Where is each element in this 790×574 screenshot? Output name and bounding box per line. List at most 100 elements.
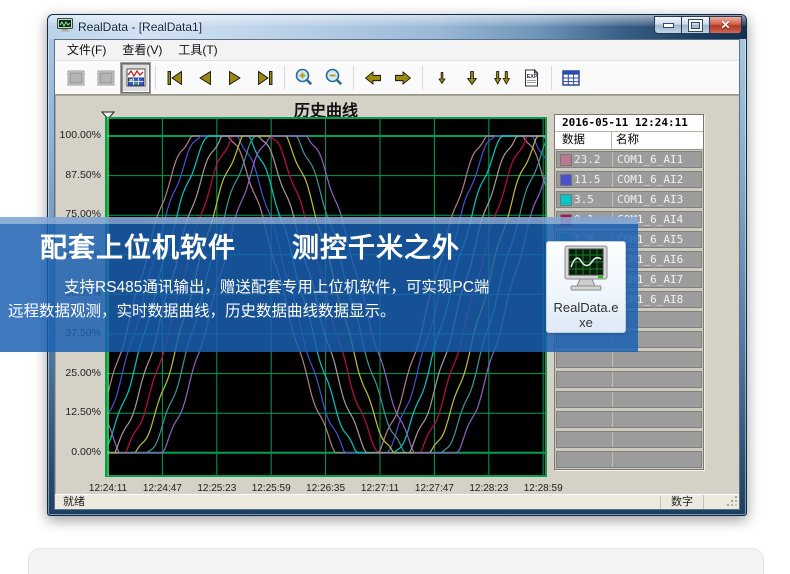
menu-bar: 文件(F) 查看(V) 工具(T): [55, 40, 739, 61]
x-axis-label: 12:25:23: [190, 483, 244, 494]
column-divider: [612, 432, 613, 447]
series-value: 3.5: [574, 193, 594, 206]
go-next-button[interactable]: [220, 63, 249, 93]
maximize-button[interactable]: [682, 16, 710, 34]
toolbar-separator: [353, 66, 354, 90]
go-first-icon: [164, 67, 186, 89]
zoom-out-button[interactable]: [319, 63, 348, 93]
series-color-swatch: [560, 194, 572, 206]
x-axis-label: 12:24:11: [81, 483, 135, 494]
cursor-down-button[interactable]: [457, 63, 486, 93]
minimize-icon: [663, 23, 674, 28]
column-divider: [612, 452, 613, 467]
window-controls: ✕: [654, 16, 742, 34]
cursor-down-small-button[interactable]: [427, 63, 456, 93]
app-icon: [57, 18, 73, 37]
table-row[interactable]: [556, 391, 702, 408]
toolbar-blank-button-1[interactable]: [61, 63, 90, 93]
column-divider: [612, 152, 613, 167]
x-axis-label: 12:28:23: [462, 483, 516, 494]
cursor-down-double-button[interactable]: [487, 63, 516, 93]
arrow-down-double-icon: [491, 67, 513, 89]
monitor-icon: [558, 245, 614, 295]
series-value: 11.5: [574, 173, 601, 186]
toolbar-blank-button-2[interactable]: [91, 63, 120, 93]
realdata-exe-icon-card[interactable]: RealData.e xe: [546, 241, 626, 333]
column-divider: [612, 392, 613, 407]
series-color-swatch: [560, 174, 572, 186]
promo-body-line2: 远程数据观测，实时数据曲线，历史数据曲线数据显示。: [8, 300, 638, 324]
arrow-right-icon: [392, 67, 414, 89]
column-header-name: 名称: [616, 132, 639, 149]
blank-icon: [95, 67, 117, 89]
table-row[interactable]: 23.2COM1_6_AI1: [556, 151, 702, 168]
table-row[interactable]: [556, 371, 702, 388]
data-table-icon: [560, 67, 582, 89]
series-name: COM1_6_AI1: [617, 153, 683, 166]
series-name: COM1_6_AI2: [617, 173, 683, 186]
arrow-left-icon: [362, 67, 384, 89]
data-table-view-button[interactable]: [556, 63, 585, 93]
toolbar-separator: [284, 66, 285, 90]
status-spacer: [703, 495, 726, 509]
screenshot-stage: RealData - [RealData1] ✕ 文件(F) 查看(V) 工具(…: [0, 0, 790, 574]
pan-right-button[interactable]: [388, 63, 417, 93]
y-axis-label: 25.00%: [55, 367, 101, 379]
pan-left-button[interactable]: [358, 63, 387, 93]
x-axis-label: 12:24:47: [135, 483, 189, 494]
y-axis-label: 100.00%: [55, 129, 101, 141]
y-axis-label: 0.00%: [55, 446, 101, 458]
toolbar-separator: [155, 66, 156, 90]
go-next-icon: [224, 67, 246, 89]
y-axis-label: 87.50%: [55, 169, 101, 181]
minimize-button[interactable]: [654, 16, 682, 34]
table-row[interactable]: 11.5 COM1_6_AI2: [556, 171, 702, 188]
table-row[interactable]: [556, 351, 702, 368]
export-button[interactable]: EXP: [517, 63, 546, 93]
cursor-timestamp: 2016-05-11 12:24:11: [555, 115, 703, 132]
column-divider: [611, 132, 612, 149]
toolbar: EXP: [55, 61, 739, 95]
svg-text:EXP: EXP: [526, 74, 537, 80]
x-axis-label: 12:26:35: [299, 483, 353, 494]
next-section-card: [28, 548, 764, 574]
x-axis-label: 12:25:59: [244, 483, 298, 494]
column-divider: [612, 172, 613, 187]
toolbar-separator: [422, 66, 423, 90]
status-mode: 数字: [660, 496, 703, 509]
title-bar[interactable]: RealData - [RealData1] ✕: [48, 15, 746, 39]
close-button[interactable]: ✕: [710, 16, 742, 34]
x-axis-label: 12:28:59: [516, 483, 570, 494]
series-name: COM1_6_AI3: [617, 193, 683, 206]
legend-header: 数据 名称: [555, 132, 703, 150]
column-divider: [612, 352, 613, 367]
x-axis-label: 12:27:47: [407, 483, 461, 494]
icon-label-line2: xe: [547, 315, 625, 330]
column-divider: [612, 192, 613, 207]
go-last-button[interactable]: [250, 63, 279, 93]
x-axis-label: 12:27:11: [353, 483, 407, 494]
zoom-in-button[interactable]: [289, 63, 318, 93]
window-title: RealData - [RealData1]: [78, 20, 202, 34]
table-row[interactable]: [556, 451, 702, 468]
go-previous-button[interactable]: [190, 63, 219, 93]
column-divider: [612, 372, 613, 387]
series-color-swatch: [560, 154, 572, 166]
status-bar: 就绪 数字: [55, 494, 739, 509]
zoom-in-icon: [293, 67, 315, 89]
menu-file[interactable]: 文件(F): [59, 41, 114, 60]
go-first-button[interactable]: [160, 63, 189, 93]
close-icon: ✕: [720, 19, 730, 31]
history-curve-view-button[interactable]: [121, 63, 150, 93]
arrow-down-icon: [461, 67, 483, 89]
menu-view[interactable]: 查看(V): [114, 41, 170, 60]
menu-tools[interactable]: 工具(T): [170, 41, 225, 60]
table-row[interactable]: [556, 431, 702, 448]
table-row[interactable]: 3.5 COM1_6_AI3: [556, 191, 702, 208]
resize-grip-icon[interactable]: [726, 496, 738, 508]
icon-label-line1: RealData.e: [547, 300, 625, 315]
arrow-down-small-icon: [431, 67, 453, 89]
history-curve-icon: [125, 67, 147, 89]
go-previous-icon: [194, 67, 216, 89]
table-row[interactable]: [556, 411, 702, 428]
